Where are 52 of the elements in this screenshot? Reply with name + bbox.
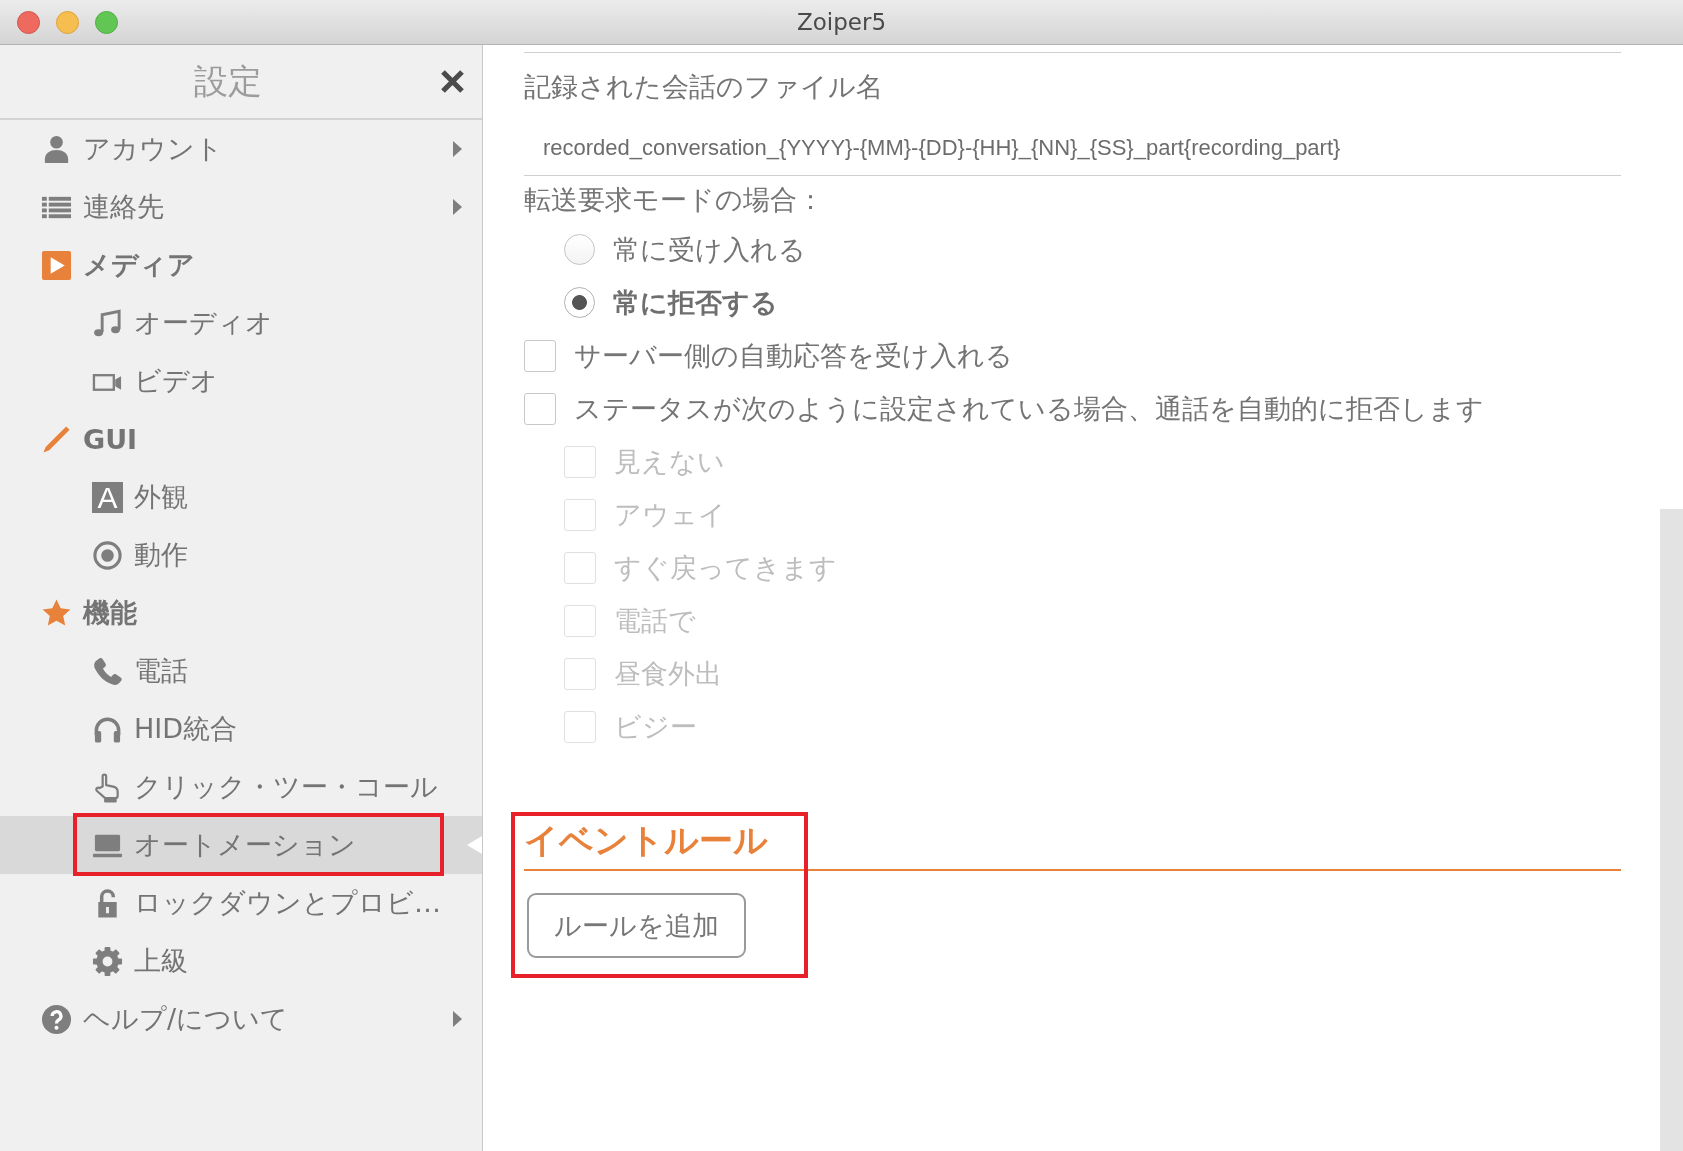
sidebar-item[interactable]: 連絡先 <box>0 178 482 236</box>
letter-tile: A <box>92 481 123 513</box>
checkbox-label: アウェイ <box>614 497 726 532</box>
sidebar-item[interactable]: アカウント <box>0 120 482 178</box>
scrollbar-thumb[interactable] <box>1660 509 1683 1151</box>
window-close-icon[interactable] <box>17 10 40 34</box>
radio-label: 常に受け入れる <box>613 232 806 267</box>
checkbox-label: サーバー側の自動応答を受け入れる <box>574 338 1013 373</box>
section-heading: イベントルール <box>524 819 768 862</box>
window-minimize-icon[interactable] <box>56 10 79 34</box>
radio-button[interactable] <box>564 287 595 318</box>
sidebar-item[interactable]: ビデオ <box>0 352 482 410</box>
checkbox-label: ステータスが次のように設定されている場合、通話を自動的に拒否します <box>574 391 1484 426</box>
filename-field[interactable]: recorded_conversation_{YYYY}-{MM}-{DD}-{HH}_{NN}_{SS}_part{recording_part} <box>524 120 1621 176</box>
help-icon <box>41 1003 72 1035</box>
checkbox[interactable] <box>524 339 556 372</box>
sidebar-item[interactable]: HID統合 <box>0 700 482 758</box>
sidebar-item[interactable]: GUI <box>0 410 482 468</box>
sidebar-item[interactable]: ロックダウンとプロビ… <box>0 874 482 932</box>
checkbox-label: ビジー <box>614 709 697 744</box>
caret-icon[interactable] <box>453 141 462 157</box>
add-rule-button[interactable]: ルールを追加 <box>527 893 746 958</box>
target-icon <box>92 539 123 571</box>
checkbox-label: 電話で <box>614 603 696 638</box>
sidebar-item[interactable]: メディア <box>0 236 482 294</box>
checkbox-label: すぐ戻ってきます <box>614 550 837 585</box>
sidebar-item[interactable]: 上級 <box>0 932 482 990</box>
sidebar-item[interactable]: 動作 <box>0 526 482 584</box>
caret-icon[interactable] <box>453 1011 462 1027</box>
close-icon[interactable] <box>440 69 465 94</box>
sidebar-item[interactable]: ヘルプ/について <box>0 990 482 1048</box>
music-note-icon <box>92 307 123 339</box>
sidebar-item[interactable]: A 外観 <box>0 468 482 526</box>
sidebar-title: 設定 <box>193 59 262 103</box>
window-title: Zoiper5 <box>796 9 887 35</box>
group-label: 転送要求モードの場合： <box>524 184 824 216</box>
phone-icon <box>92 655 123 687</box>
checkbox-label: 見えない <box>614 444 725 479</box>
window-zoom-icon[interactable] <box>95 10 118 34</box>
checkbox[interactable] <box>524 392 556 425</box>
sidebar-item[interactable]: 機能 <box>0 584 482 642</box>
sidebar-item[interactable]: オートメーション <box>0 816 482 874</box>
play-icon <box>41 249 72 281</box>
radio-label: 常に拒否する <box>613 285 778 320</box>
sidebar-item[interactable]: 電話 <box>0 642 482 700</box>
sidebar-item[interactable]: オーディオ <box>0 294 482 352</box>
gear-icon <box>92 945 123 977</box>
caret-icon[interactable] <box>453 199 462 215</box>
sidebar-item[interactable]: クリック・ツー・コール <box>0 758 482 816</box>
radio-button[interactable] <box>564 234 595 265</box>
checkbox-label: 昼食外出 <box>614 656 722 691</box>
field-label: 記録された会話のファイル名 <box>524 71 883 103</box>
